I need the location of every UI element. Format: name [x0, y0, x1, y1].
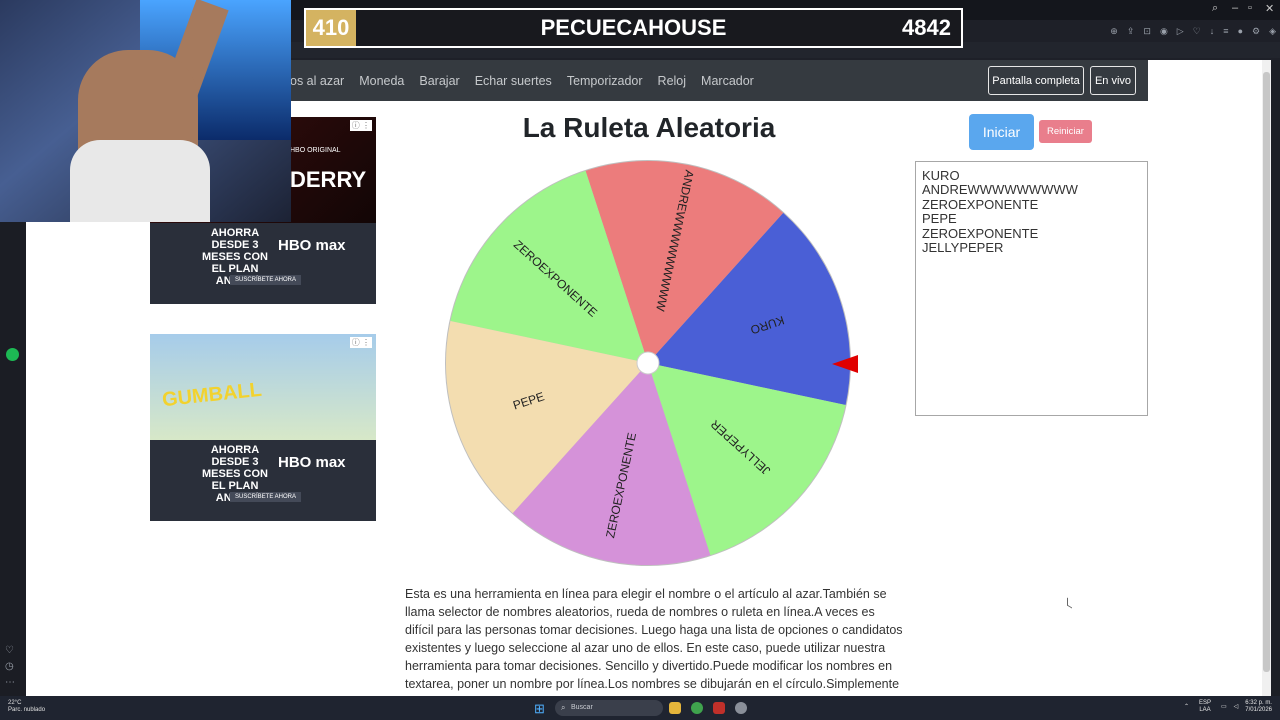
history-icon[interactable]: ◷ — [5, 661, 14, 672]
record-icon[interactable]: ◉ — [1160, 26, 1168, 37]
streamer-webcam — [0, 0, 291, 222]
nav-link-shuffle[interactable]: Barajar — [419, 74, 459, 88]
live-button[interactable]: En vivo — [1090, 66, 1136, 95]
app-icon[interactable] — [735, 702, 747, 714]
nav-link-draw-lots[interactable]: Echar suertes — [475, 74, 552, 88]
windows-taskbar: 22°C Parc. nublado ⊞ Buscar ⌕ ⌃ ESP LAA … — [0, 696, 1280, 720]
search-icon: ⌕ — [561, 703, 566, 712]
name-line: JELLYPEPER — [922, 240, 1004, 256]
ad-headline: DERRY — [290, 167, 367, 192]
ad-brand: HBO ORIGINAL — [290, 147, 341, 154]
heart-icon[interactable]: ♡ — [5, 645, 14, 656]
zoom-icon[interactable]: ⊕ — [1110, 26, 1118, 37]
site-navbar: os al azar Moneda Barajar Echar suertes … — [290, 60, 1148, 101]
download-icon[interactable]: ↓ — [1210, 26, 1215, 36]
close-window-icon[interactable]: ✕ — [1265, 2, 1274, 15]
nav-link-scoreboard[interactable]: Marcador — [701, 74, 754, 88]
file-explorer-icon[interactable] — [669, 702, 681, 714]
heart-icon[interactable]: ♡ — [1193, 26, 1201, 37]
more-icon[interactable]: ⋯ — [5, 677, 15, 688]
ad-cta[interactable]: SUSCRÍBETE AHORA — [230, 492, 302, 502]
score-left: 410 — [306, 10, 356, 46]
name-line: ZEROEXPONENTE — [922, 196, 1039, 212]
scrollbar-thumb[interactable] — [1263, 72, 1270, 672]
clock-date: 7/01/2026 — [1245, 707, 1272, 713]
fullscreen-button[interactable]: Pantalla completa — [988, 66, 1084, 95]
ad-logo: HBO max — [278, 237, 346, 254]
score-right: 4842 — [902, 15, 951, 40]
description-text: Esta es una herramienta en línea para el… — [405, 587, 903, 696]
taskbar-search-input[interactable]: Buscar — [555, 700, 663, 716]
windows-start-icon[interactable]: ⊞ — [534, 701, 545, 717]
ad-cta[interactable]: SUSCRÍBETE AHORA — [230, 275, 302, 285]
names-textarea[interactable]: KURO ANDREWWWWWWWWW ZEROEXPONENTE PEPE Z… — [915, 161, 1148, 416]
roulette-wheel[interactable]: KUROANDREWWWWWWWWWZEROEXPONENTEPEPEZEROE… — [443, 158, 853, 568]
minimize-icon[interactable]: – — [1232, 2, 1238, 14]
name-line: PEPE — [922, 211, 957, 227]
play-icon[interactable]: ▷ — [1177, 26, 1184, 37]
weather-desc: Parc. nublado — [8, 707, 46, 713]
name-line: ZEROEXPONENTE — [922, 225, 1039, 241]
ai-icon[interactable]: ◈ — [1269, 26, 1276, 37]
adchoices-icon[interactable]: ⓘ ⋮ — [349, 120, 372, 131]
spotify-icon[interactable] — [6, 348, 19, 361]
menu-icon[interactable]: ≡ — [1223, 26, 1228, 36]
volume-icon[interactable]: ◁ — [1234, 704, 1239, 711]
tray-chevron-icon[interactable]: ⌃ — [1184, 704, 1189, 711]
settings-icon[interactable]: ⚙ — [1252, 26, 1260, 37]
nav-link-clock[interactable]: Reloj — [658, 74, 687, 88]
reset-button[interactable]: Reiniciar — [1039, 120, 1092, 143]
screenshot-icon[interactable]: ⊡ — [1143, 26, 1151, 37]
name-line: KURO — [922, 168, 960, 183]
network-icon[interactable]: ▭ — [1221, 704, 1227, 711]
profile-icon[interactable]: ● — [1238, 26, 1243, 36]
stream-score-overlay: 410 PECUECAHOUSE 4842 — [304, 8, 963, 48]
wheel-hub — [636, 351, 660, 375]
ad-banner-gumball[interactable]: GUMBALL ⓘ ⋮ AHORRA DESDE 3 MESES CON EL … — [150, 334, 376, 521]
clock-time: 6:32 p. m. — [1245, 700, 1272, 706]
system-tray: ⌃ ESP LAA ▭ ◁ 6:32 p. m. 7/01/2026 — [1184, 700, 1272, 714]
mouse-cursor-icon — [1067, 597, 1072, 609]
lang-indicator[interactable]: ESP LAA — [1196, 700, 1214, 714]
wheel-pointer-icon — [832, 355, 858, 373]
start-button[interactable]: Iniciar — [969, 114, 1034, 150]
nav-link-random-names[interactable]: os al azar — [290, 74, 344, 88]
page-scrollbar[interactable] — [1262, 60, 1271, 696]
weather-widget[interactable]: 22°C Parc. nublado — [8, 700, 45, 714]
nav-link-timer[interactable]: Temporizador — [567, 74, 643, 88]
chrome-icon[interactable] — [691, 702, 703, 714]
page-title: La Ruleta Aleatoria — [522, 112, 776, 143]
channel-name: PECUECAHOUSE — [540, 15, 727, 40]
webcam-streamer-shirt — [70, 140, 210, 222]
opera-icon[interactable] — [713, 702, 725, 714]
weather-temp: 22°C — [8, 700, 22, 706]
nav-links: os al azar Moneda Barajar Echar suertes … — [290, 60, 754, 101]
browser-search-icon[interactable]: ⌕ — [1212, 2, 1218, 15]
ad-logo: HBO max — [278, 454, 346, 471]
adchoices-icon[interactable]: ⓘ ⋮ — [349, 337, 372, 348]
share-icon[interactable]: ⇪ — [1127, 26, 1135, 37]
nav-link-coin[interactable]: Moneda — [359, 74, 404, 88]
clock[interactable]: 6:32 p. m. 7/01/2026 — [1245, 700, 1272, 714]
browser-toolbar-icons: ⊕ ⇪ ⊡ ◉ ▷ ♡ ↓ ≡ ● ⚙ ◈ — [1110, 22, 1276, 40]
name-line: ANDREWWWWWWWWW — [922, 182, 1078, 198]
maximize-icon[interactable]: ▫ — [1248, 2, 1252, 14]
